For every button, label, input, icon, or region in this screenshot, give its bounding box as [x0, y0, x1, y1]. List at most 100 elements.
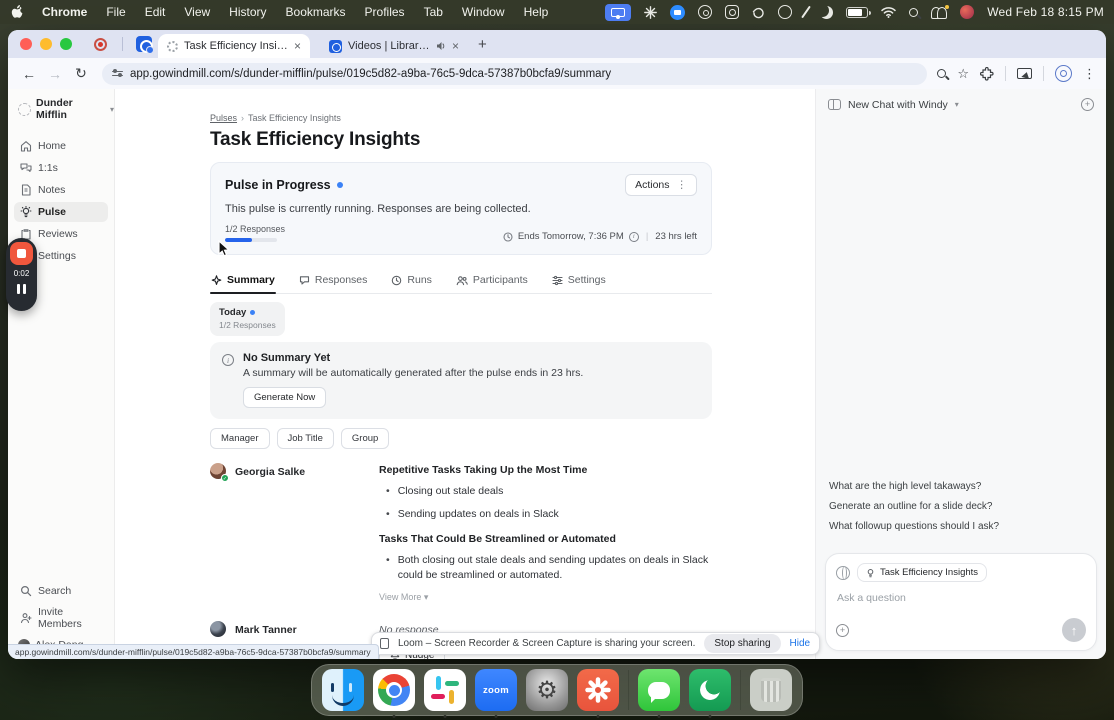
forward-button[interactable]: →	[44, 66, 66, 82]
suggestion-followup[interactable]: What followup questions should I ask?	[829, 521, 1093, 532]
profile-avatar-icon[interactable]	[1055, 65, 1072, 82]
chat-question-input[interactable]	[836, 582, 1086, 618]
tab-settings[interactable]: Settings	[551, 269, 607, 293]
site-settings-icon[interactable]	[112, 68, 123, 79]
sidebar-item-1-1s[interactable]: 1:1s	[14, 158, 108, 178]
live-dot-icon	[336, 182, 343, 188]
tab-capture-icon[interactable]	[1017, 68, 1032, 79]
workspace-switcher[interactable]: Dunder Mifflin ▾	[18, 97, 114, 121]
tab-task-efficiency-insights[interactable]: Task Efficiency Insights ×	[158, 34, 310, 58]
menu-item-window[interactable]: Window	[462, 5, 505, 19]
breadcrumb-pulses-link[interactable]: Pulses	[210, 113, 237, 123]
browser-menu-icon[interactable]: ⋮	[1083, 66, 1096, 82]
spotlight-search-icon[interactable]	[909, 4, 919, 20]
tab-participants[interactable]: Participants	[455, 269, 529, 293]
dock-system-settings-icon[interactable]: ⚙	[526, 669, 568, 711]
screenshot-status-icon[interactable]	[725, 5, 740, 19]
menu-item-tab[interactable]: Tab	[424, 5, 443, 19]
user-switch-icon[interactable]	[931, 4, 950, 19]
menu-item-help[interactable]: Help	[524, 5, 549, 19]
actions-button[interactable]: Actions ⋮	[625, 174, 697, 196]
chevron-down-icon[interactable]: ▾	[955, 100, 959, 109]
menu-item-history[interactable]: History	[229, 5, 266, 19]
pause-recording-button[interactable]	[17, 284, 26, 294]
new-chat-icon[interactable]: +	[1081, 98, 1094, 111]
profile-status-icon[interactable]	[960, 5, 975, 19]
back-button[interactable]: ←	[18, 66, 40, 82]
sparkle-status-icon[interactable]	[644, 4, 658, 20]
menu-item-file[interactable]: File	[106, 5, 125, 19]
macos-dock: zoom ⚙	[311, 664, 803, 718]
hide-link[interactable]: Hide	[790, 638, 811, 649]
restore-arrow-status-icon[interactable]	[752, 4, 765, 20]
pen-status-icon[interactable]	[801, 5, 812, 19]
menu-item-edit[interactable]: Edit	[145, 5, 166, 19]
sidebar-item-notes[interactable]: Notes	[14, 180, 108, 200]
menu-item-view[interactable]: View	[184, 5, 210, 19]
filter-manager[interactable]: Manager	[210, 428, 270, 449]
tab-responses[interactable]: Responses	[298, 269, 369, 293]
attach-plus-icon[interactable]: +	[836, 623, 849, 637]
today-run-chip[interactable]: Today 1/2 Responses	[210, 302, 285, 336]
close-window-button[interactable]	[20, 38, 32, 50]
sidebar-invite-members[interactable]: Invite Members	[14, 602, 108, 634]
dock-windy-icon[interactable]	[689, 669, 731, 718]
extensions-icon[interactable]	[980, 66, 994, 81]
sidebar-search[interactable]: Search	[14, 581, 108, 601]
dock-loom-icon[interactable]	[577, 669, 619, 718]
suggestion-slide-deck[interactable]: Generate an outline for a slide deck?	[829, 501, 1093, 512]
tab-runs[interactable]: Runs	[390, 269, 433, 293]
reload-button[interactable]: ↻	[70, 65, 92, 82]
tab-summary[interactable]: Summary	[210, 269, 276, 294]
maximize-window-button[interactable]	[60, 38, 72, 50]
collapse-panel-icon[interactable]	[828, 99, 841, 110]
url-text[interactable]: app.gowindmill.com/s/dunder-mifflin/puls…	[130, 68, 611, 80]
battery-icon[interactable]	[846, 6, 872, 18]
tab-audio-icon[interactable]	[436, 41, 446, 51]
today-sub: 1/2 Responses	[219, 320, 276, 330]
dock-messages-icon[interactable]	[638, 669, 680, 718]
scope-globe-icon[interactable]	[836, 565, 850, 580]
address-bar[interactable]: app.gowindmill.com/s/dunder-mifflin/puls…	[102, 62, 928, 85]
minimize-window-button[interactable]	[40, 38, 52, 50]
new-tab-button[interactable]: +	[478, 36, 487, 53]
dock-chrome-icon[interactable]	[373, 669, 415, 718]
sidebar-item-pulse[interactable]: Pulse	[14, 202, 108, 222]
dock-slack-icon[interactable]	[424, 669, 466, 718]
tab-title: Task Efficiency Insights	[184, 40, 288, 52]
sidebar-item-home[interactable]: Home	[14, 136, 108, 156]
share-message: Loom – Screen Recorder & Screen Capture …	[398, 638, 696, 649]
loom-extension-icon[interactable]	[136, 36, 154, 54]
info-icon[interactable]: i	[628, 231, 639, 242]
zoom-status-icon[interactable]	[670, 4, 686, 20]
dock-zoom-icon[interactable]: zoom	[475, 669, 517, 718]
menu-item-profiles[interactable]: Profiles	[365, 5, 405, 19]
recording-indicator-icon[interactable]	[94, 37, 107, 51]
focus-moon-icon[interactable]	[820, 6, 833, 19]
find-in-page-icon[interactable]	[937, 69, 947, 78]
view-more-link[interactable]: View More ▾	[379, 592, 712, 603]
apple-logo-icon[interactable]	[10, 4, 23, 20]
tab-close-icon[interactable]: ×	[452, 40, 459, 52]
wifi-icon[interactable]	[881, 4, 896, 20]
app-status-icon[interactable]	[778, 5, 793, 19]
send-button[interactable]: ↑	[1062, 618, 1086, 642]
suggestion-takeaways[interactable]: What are the high level takaways?	[829, 481, 1093, 492]
dock-trash-icon[interactable]	[750, 669, 792, 711]
menu-app-name[interactable]: Chrome	[42, 5, 87, 19]
bullet-item: Both closing out stale deals and sending…	[386, 553, 712, 581]
menu-item-bookmarks[interactable]: Bookmarks	[286, 5, 346, 19]
loom-status-icon[interactable]	[698, 5, 713, 19]
screen-sharing-indicator-icon[interactable]	[605, 3, 632, 21]
tab-loom-library[interactable]: Videos | Library | Loom ×	[320, 34, 468, 58]
stop-recording-button[interactable]	[10, 242, 33, 265]
context-chip[interactable]: Task Efficiency Insights	[857, 563, 988, 582]
generate-now-button[interactable]: Generate Now	[243, 387, 327, 408]
filter-group[interactable]: Group	[340, 428, 390, 449]
stop-sharing-button[interactable]: Stop sharing	[704, 634, 781, 653]
filter-job-title[interactable]: Job Title	[276, 428, 334, 449]
bookmark-star-icon[interactable]: ☆	[957, 66, 969, 82]
tab-close-icon[interactable]: ×	[294, 40, 301, 52]
dock-finder-icon[interactable]	[322, 669, 364, 711]
menu-bar-clock[interactable]: Wed Feb 18 8:15 PM	[987, 5, 1104, 19]
